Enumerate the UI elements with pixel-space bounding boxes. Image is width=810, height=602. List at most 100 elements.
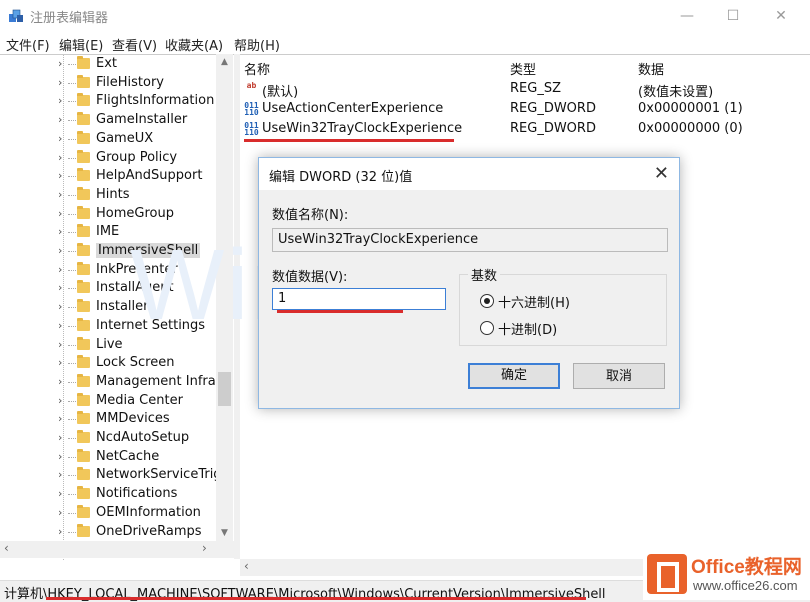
expand-arrow-icon[interactable]: › (58, 525, 62, 538)
menu-view[interactable]: 查看(V) (112, 35, 157, 54)
expand-arrow-icon[interactable]: › (58, 468, 62, 481)
expand-arrow-icon[interactable]: › (58, 151, 62, 164)
tree-item-label: NcdAutoSetup (96, 430, 190, 445)
tree-item[interactable]: › NcdAutoSetup (0, 429, 216, 448)
menu-edit[interactable]: 编辑(E) (59, 35, 103, 54)
folder-icon (77, 355, 90, 369)
value-data-label: 数值数据(V): (272, 270, 348, 285)
expand-arrow-icon[interactable]: › (58, 113, 62, 126)
maximize-button[interactable]: ☐ (710, 0, 756, 32)
folder-icon (77, 261, 90, 275)
expand-arrow-icon[interactable]: › (58, 338, 62, 351)
menu-file[interactable]: 文件(F) (6, 35, 50, 54)
expand-arrow-icon[interactable]: › (58, 76, 62, 89)
expand-arrow-icon[interactable]: › (58, 207, 62, 220)
tree-connector (68, 325, 76, 327)
expand-arrow-icon[interactable]: › (58, 487, 62, 500)
tree-item[interactable]: › Management Infras (0, 373, 223, 392)
menu-help[interactable]: 帮助(H) (234, 35, 280, 54)
scroll-left-icon[interactable]: ‹ (244, 559, 249, 573)
tree-item[interactable]: › Lock Screen (0, 354, 216, 373)
expand-arrow-icon[interactable]: › (58, 506, 62, 519)
tree-item[interactable]: › NetworkServiceTrig (0, 466, 222, 485)
folder-icon (77, 336, 90, 350)
scroll-up-icon[interactable]: ▲ (216, 57, 233, 67)
expand-arrow-icon[interactable]: › (58, 319, 62, 332)
scroll-down-icon[interactable]: ▼ (216, 528, 233, 538)
expand-arrow-icon[interactable]: › (58, 431, 62, 444)
tree-item[interactable]: › MMDevices (0, 410, 216, 429)
expand-arrow-icon[interactable]: › (58, 450, 62, 463)
tree-item[interactable]: › Media Center (0, 392, 216, 411)
tree-item-label: NetCache (96, 448, 160, 464)
expand-arrow-icon[interactable]: › (58, 188, 62, 201)
radio-decimal[interactable] (480, 321, 494, 335)
column-header-type[interactable]: 类型 (510, 59, 536, 78)
scroll-left-icon[interactable]: ‹ (4, 541, 9, 555)
menu-bar: 文件(F) 编辑(E) 查看(V) 收藏夹(A) 帮助(H) (0, 33, 810, 54)
tree-item[interactable]: › Notifications (0, 485, 216, 504)
expand-arrow-icon[interactable]: › (58, 225, 62, 238)
tree-item[interactable]: › Hints (0, 186, 216, 205)
tree-connector (68, 288, 76, 290)
value-data: 0x00000001 (1) (638, 101, 743, 116)
folder-icon (77, 373, 90, 387)
column-header-name[interactable]: 名称 (244, 59, 270, 78)
value-data-input[interactable]: 1 (272, 288, 446, 310)
ok-button[interactable]: 确定 (468, 363, 560, 389)
edit-dword-dialog: 编辑 DWORD (32 位)值 ✕ 数值名称(N): UseWin32Tray… (258, 157, 680, 409)
dword-value-icon: 011 110 (244, 101, 259, 117)
menu-favorites[interactable]: 收藏夹(A) (165, 35, 223, 54)
tree-horizontal-scrollbar[interactable]: ‹ › (0, 541, 234, 558)
expand-arrow-icon[interactable]: › (58, 375, 62, 388)
radio-decimal-label[interactable]: 十进制(D) (498, 319, 557, 338)
list-item[interactable]: ab (默认) REG_SZ (数值未设置) (240, 79, 810, 100)
tree-item[interactable]: › FileHistory (0, 74, 216, 93)
tree-item[interactable]: › HomeGroup (0, 205, 216, 224)
dialog-title-bar: 编辑 DWORD (32 位)值 ✕ (259, 158, 679, 190)
annotation-underline (46, 597, 586, 600)
expand-arrow-icon[interactable]: › (58, 169, 62, 182)
list-horizontal-scrollbar[interactable]: ‹ (240, 559, 660, 576)
tree-item[interactable]: › FlightsInformation (0, 92, 216, 111)
column-header-data[interactable]: 数据 (638, 59, 664, 78)
cancel-button[interactable]: 取消 (573, 363, 665, 389)
expand-arrow-icon[interactable]: › (58, 263, 62, 276)
close-icon[interactable]: ✕ (654, 163, 669, 184)
logo-url: www.office26.com (693, 578, 798, 593)
tree-item-label: Live (96, 336, 123, 352)
tree-item[interactable]: › Group Policy (0, 149, 216, 168)
tree-connector (68, 120, 76, 122)
tree-item-label: Management Infras (96, 373, 223, 389)
scroll-thumb[interactable] (218, 372, 231, 406)
expand-arrow-icon[interactable]: › (58, 57, 62, 70)
tree-item[interactable]: › OneDriveRamps (0, 523, 216, 542)
tree-item[interactable]: › OEMInformation (0, 504, 216, 523)
expand-arrow-icon[interactable]: › (58, 356, 62, 369)
folder-icon (77, 411, 90, 425)
minimize-button[interactable]: — (664, 0, 710, 32)
tree-item[interactable]: › NetCache (0, 448, 216, 467)
tree-item[interactable]: › GameUX (0, 130, 216, 149)
radio-hex[interactable] (480, 294, 494, 308)
expand-arrow-icon[interactable]: › (58, 94, 62, 107)
tree-item[interactable]: › HelpAndSupport (0, 167, 216, 186)
list-item[interactable]: 011 110 UseWin32TrayClockExperience REG_D… (240, 119, 810, 139)
expand-arrow-icon[interactable]: › (58, 394, 62, 407)
value-data: (数值未设置) (638, 85, 714, 100)
expand-arrow-icon[interactable]: › (58, 412, 62, 425)
tree-item[interactable]: › Ext (0, 55, 216, 74)
tree-item[interactable]: › GameInstaller (0, 111, 216, 130)
expand-arrow-icon[interactable]: › (58, 281, 62, 294)
list-item[interactable]: 011 110 UseActionCenterExperience REG_DWO… (240, 99, 810, 119)
folder-icon (77, 280, 90, 294)
value-name-label: 数值名称(N): (272, 208, 349, 223)
radio-hex-label[interactable]: 十六进制(H) (498, 292, 570, 311)
expand-arrow-icon[interactable]: › (58, 300, 62, 313)
tree-item-label: Ext (96, 56, 118, 71)
scroll-right-icon[interactable]: › (202, 541, 207, 555)
expand-arrow-icon[interactable]: › (58, 244, 62, 257)
close-button[interactable]: ✕ (758, 0, 804, 32)
tree-connector (68, 269, 76, 271)
expand-arrow-icon[interactable]: › (58, 132, 62, 145)
